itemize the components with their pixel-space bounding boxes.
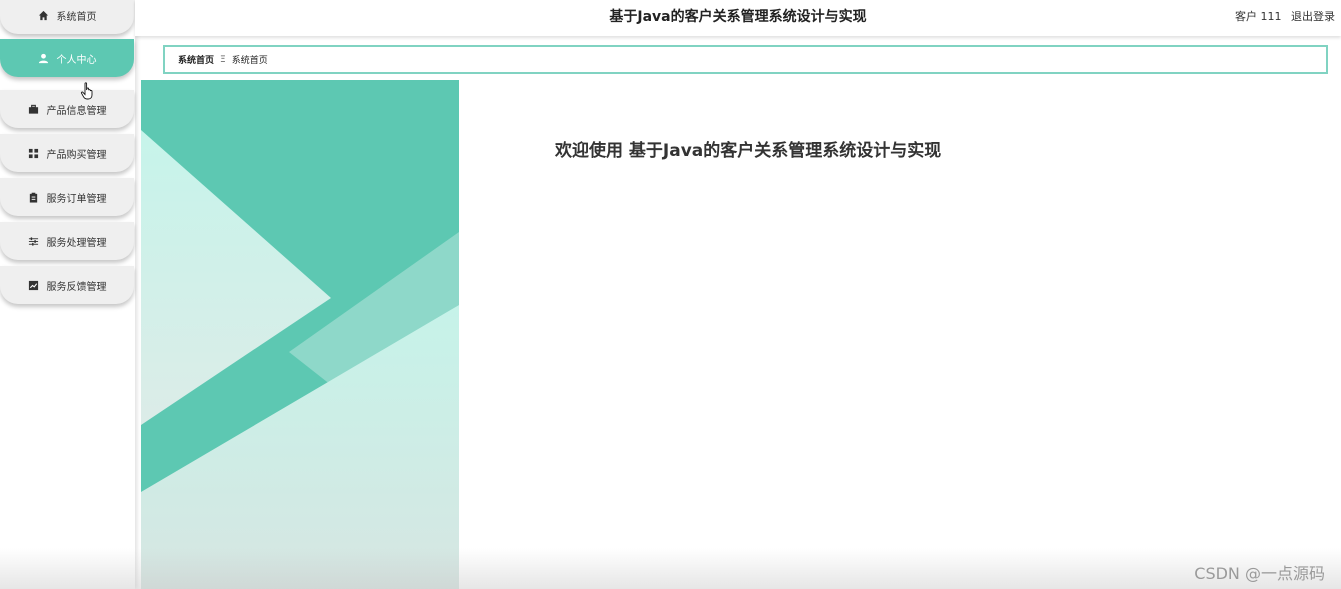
breadcrumb-item-home[interactable]: 系统首页 [178, 53, 214, 66]
welcome-message: 欢迎使用 基于Java的客户关系管理系统设计与实现 [555, 141, 942, 161]
sidebar-item-label: 服务订单管理 [46, 193, 107, 205]
grid-icon [28, 148, 39, 159]
sidebar-item-label: 服务反馈管理 [46, 281, 107, 293]
decorative-banner [141, 80, 459, 589]
sliders-icon [28, 236, 39, 247]
sidebar-item-label: 个人中心 [56, 54, 97, 66]
briefcase-icon [28, 104, 39, 115]
sidebar-item-product-purchase[interactable]: 产品购买管理 [0, 134, 134, 172]
sidebar-item-service-feedback[interactable]: 服务反馈管理 [0, 266, 134, 304]
sidebar-item-service-order[interactable]: 服务订单管理 [0, 178, 134, 216]
home-icon [38, 10, 49, 21]
breadcrumb-separator: Ξ [220, 54, 226, 65]
sidebar-item-service-handling[interactable]: 服务处理管理 [0, 222, 134, 260]
page-title: 基于Java的客户关系管理系统设计与实现 [609, 9, 867, 25]
app-root: 系统首页 个人中心 产品信息管理 产品购买管理 服务订单管理 服务处理管理 服务… [0, 0, 1341, 589]
hand-cursor-icon [80, 82, 94, 100]
top-header: 基于Java的客户关系管理系统设计与实现 客户 111 退出登录 [135, 0, 1341, 36]
sidebar-item-label: 服务处理管理 [46, 237, 107, 249]
sidebar-item-home[interactable]: 系统首页 [0, 0, 134, 34]
sidebar-item-personal-center[interactable]: 个人中心 [0, 39, 134, 77]
user-name: 客户 111 [1235, 10, 1282, 23]
sidebar-item-label: 产品信息管理 [46, 105, 107, 117]
sidebar: 系统首页 个人中心 产品信息管理 产品购买管理 服务订单管理 服务处理管理 服务… [0, 0, 135, 589]
user-area: 客户 111 退出登录 [1235, 0, 1335, 36]
chart-icon [28, 280, 39, 291]
sidebar-item-product-info[interactable]: 产品信息管理 [0, 90, 134, 128]
user-icon [38, 53, 49, 64]
logout-button[interactable]: 退出登录 [1291, 10, 1335, 23]
breadcrumb-item-current: 系统首页 [231, 56, 268, 66]
breadcrumb: 系统首页 Ξ 系统首页 [163, 45, 1328, 74]
sidebar-item-label: 产品购买管理 [46, 149, 107, 161]
sidebar-item-label: 系统首页 [56, 11, 97, 23]
clipboard-icon [28, 192, 39, 203]
watermark: CSDN @一点源码 [1194, 564, 1325, 583]
